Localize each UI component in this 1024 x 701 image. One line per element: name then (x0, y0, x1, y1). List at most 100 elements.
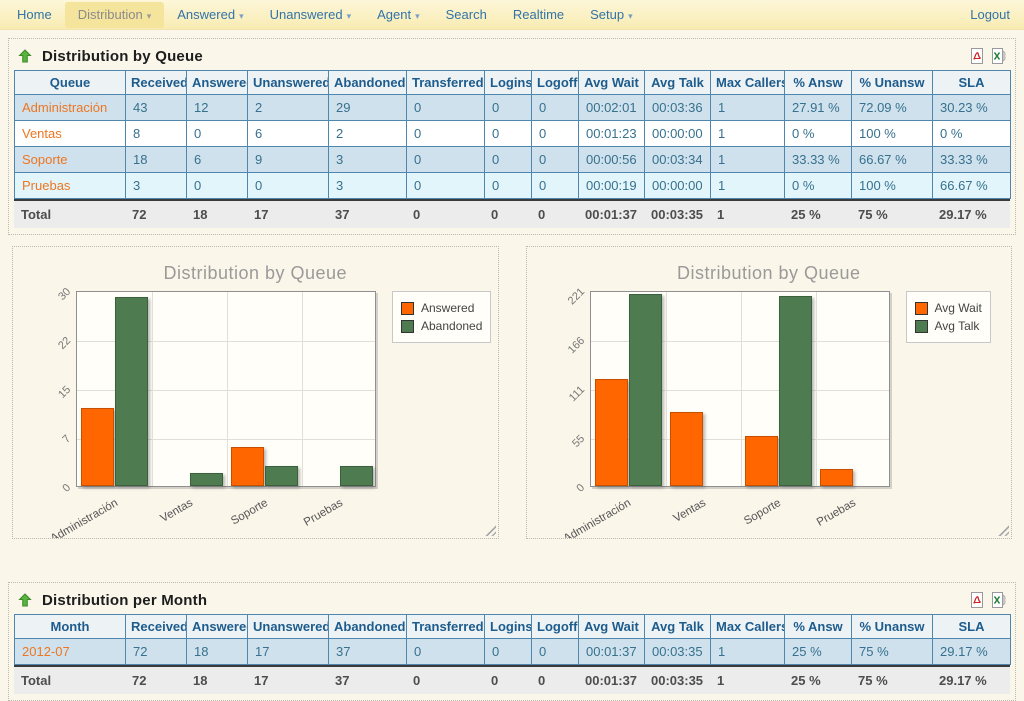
x-axis-category-label: Administración (532, 497, 633, 539)
table-row: Administración431222900000:02:0100:03:36… (15, 95, 1011, 121)
cell: 0 (407, 95, 485, 121)
nav-item-unanswered[interactable]: Unanswered▾ (257, 2, 365, 28)
nav-item-answered[interactable]: Answered▾ (164, 2, 256, 28)
pdf-export-icon[interactable] (969, 592, 985, 608)
chart-title: Distribution by Queue (527, 263, 1012, 284)
queue-link[interactable]: Administración (15, 95, 126, 121)
queue-link[interactable]: Ventas (15, 121, 126, 147)
total-cell: 00:01:37 (578, 200, 644, 228)
excel-export-icon[interactable] (990, 592, 1006, 608)
total-row: Total7218173700000:01:3700:03:35125 %75 … (14, 200, 1010, 228)
resize-handle-icon[interactable] (485, 525, 496, 536)
cell: 1 (711, 121, 785, 147)
column-header-sla: SLA (933, 71, 1011, 95)
table-row: Pruebas300300000:00:1900:00:0010 %100 %6… (15, 173, 1011, 199)
cell: 00:03:35 (645, 639, 711, 665)
y-axis-tick-label: 30 (36, 286, 73, 323)
cell: 1 (711, 173, 785, 199)
column-header--unansw: % Unansw (852, 71, 933, 95)
cell: 0 (485, 95, 532, 121)
gridline (816, 292, 817, 486)
cell: 0 (407, 121, 485, 147)
bar-abandoned-pruebas (340, 466, 373, 486)
section-distribution-by-queue: Distribution by Queue QueueReceivedAnswe… (8, 38, 1016, 235)
column-header-answered: Answered (187, 71, 248, 95)
cell: 72 (126, 639, 187, 665)
legend-label: Answered (421, 301, 474, 315)
cell: 37 (329, 639, 407, 665)
arrow-up-icon[interactable] (17, 592, 33, 608)
cell: 29.17 % (933, 639, 1011, 665)
legend-swatch (401, 320, 414, 333)
nav-item-label: Setup (590, 7, 624, 22)
nav-item-setup[interactable]: Setup▾ (577, 2, 646, 28)
cell: 0 (407, 147, 485, 173)
pdf-export-icon[interactable] (969, 48, 985, 64)
column-header-max-callers: Max Callers (711, 71, 785, 95)
cell: 0 (532, 639, 579, 665)
nav-item-search[interactable]: Search (433, 2, 500, 28)
cell: 00:02:01 (579, 95, 645, 121)
chart-legend: Avg WaitAvg Talk (906, 291, 991, 343)
section-header: Distribution by Queue (14, 44, 1010, 68)
column-header-abandoned: Abandoned (329, 71, 407, 95)
total-cell: 75 % (851, 666, 932, 694)
column-header-abandoned: Abandoned (329, 615, 407, 639)
chart-calls-by-queue: Distribution by Queue07152230Administrac… (12, 246, 499, 539)
nav-item-home[interactable]: Home (4, 2, 65, 28)
cell: 66.67 % (933, 173, 1011, 199)
column-header-avg-talk: Avg Talk (645, 615, 711, 639)
column-header-unanswered: Unanswered (248, 615, 329, 639)
total-cell: 72 (125, 200, 186, 228)
y-axis-tick-label: 0 (550, 482, 587, 519)
cell: 9 (248, 147, 329, 173)
column-header-logoff: Logoff (532, 615, 579, 639)
cell: 00:00:19 (579, 173, 645, 199)
resize-handle-icon[interactable] (998, 525, 1009, 536)
nav-item-label: Realtime (513, 7, 564, 22)
column-header-avg-wait: Avg Wait (579, 71, 645, 95)
y-axis-tick-label: 7 (36, 433, 73, 470)
legend-swatch (401, 302, 414, 315)
legend-item: Avg Talk (915, 319, 982, 333)
cell: 33.33 % (785, 147, 852, 173)
bar-avg-wait-ventas (670, 412, 703, 486)
table-row: Ventas806200000:01:2300:00:0010 %100 %0 … (15, 121, 1011, 147)
column-header-logoff: Logoff (532, 71, 579, 95)
cell: 00:01:37 (579, 639, 645, 665)
y-axis-tick-label: 22 (36, 335, 73, 372)
nav-item-realtime[interactable]: Realtime (500, 2, 577, 28)
y-axis-tick-label: 55 (550, 433, 587, 470)
y-axis-tick-label: 0 (36, 482, 73, 519)
nav-logout[interactable]: Logout (970, 7, 1010, 22)
bar-abandoned-ventas (190, 473, 223, 486)
chart-plot-area (76, 291, 376, 487)
total-cell: 29.17 % (932, 200, 1010, 228)
bar-avg-wait-administracion (595, 379, 628, 486)
bar-avg-wait-soporte (745, 436, 778, 486)
total-cell: 25 % (784, 666, 851, 694)
nav-item-agent[interactable]: Agent▾ (364, 2, 433, 28)
total-cell: 0 (406, 666, 484, 694)
month-link[interactable]: 2012-07 (15, 639, 126, 665)
queue-link[interactable]: Pruebas (15, 173, 126, 199)
total-cell: 1 (710, 666, 784, 694)
column-header-unanswered: Unanswered (248, 71, 329, 95)
chevron-down-icon: ▾ (239, 11, 244, 21)
column-header-sla: SLA (933, 615, 1011, 639)
cell: 0 (407, 639, 485, 665)
top-navbar: HomeDistribution▾Answered▾Unanswered▾Age… (0, 0, 1024, 30)
queue-link[interactable]: Soporte (15, 147, 126, 173)
cell: 8 (126, 121, 187, 147)
column-header-month: Month (15, 615, 126, 639)
cell: 0 (485, 173, 532, 199)
cell: 0 (532, 147, 579, 173)
cell: 33.33 % (933, 147, 1011, 173)
legend-swatch (915, 320, 928, 333)
total-cell: 0 (406, 200, 484, 228)
cell: 17 (248, 639, 329, 665)
arrow-up-icon[interactable] (17, 48, 33, 64)
excel-export-icon[interactable] (990, 48, 1006, 64)
column-header-transferred: Transferred (407, 71, 485, 95)
nav-item-distribution[interactable]: Distribution▾ (65, 2, 165, 28)
